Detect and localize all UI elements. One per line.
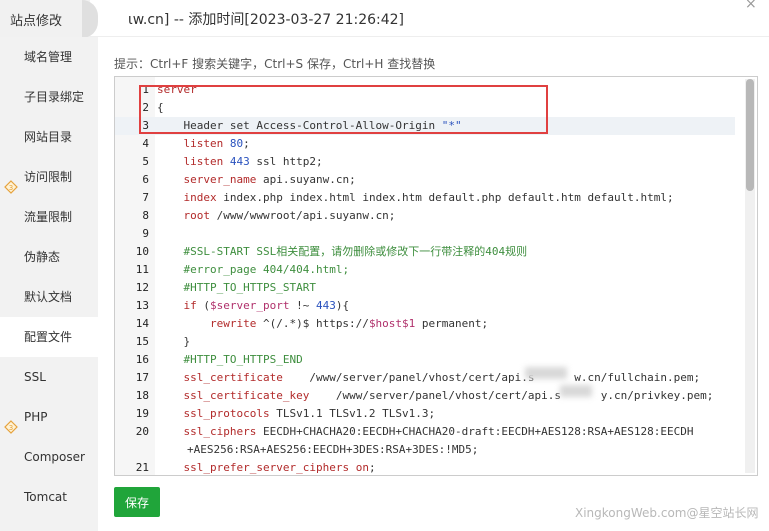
- line-number: 18: [135, 389, 149, 402]
- svg-text:3: 3: [9, 184, 13, 192]
- redacted-mark: [525, 367, 567, 379]
- line-number: 5: [142, 155, 149, 168]
- sidebar-item-label: SSL: [24, 370, 46, 384]
- sidebar-item[interactable]: 配置文件: [0, 317, 98, 357]
- sidebar-item-label: 流量限制: [24, 210, 73, 224]
- code-line[interactable]: 9: [115, 225, 735, 243]
- sidebar-item[interactable]: 伪静态: [0, 237, 98, 277]
- code-text[interactable]: #HTTP_TO_HTTPS_END: [157, 351, 303, 369]
- code-line[interactable]: 21 ssl_prefer_server_ciphers on;: [115, 459, 735, 475]
- code-line[interactable]: 18 ssl_certificate_key /www/server/panel…: [115, 387, 735, 405]
- sidebar-item-label: 子目录绑定: [24, 90, 85, 104]
- code-line[interactable]: 5 listen 443 ssl http2;: [115, 153, 735, 171]
- code-line[interactable]: 4 listen 80;: [115, 135, 735, 153]
- sidebar-item-label: 伪静态: [24, 250, 61, 264]
- line-number: 12: [135, 281, 149, 294]
- close-icon[interactable]: ×: [745, 0, 763, 14]
- code-text[interactable]: ssl_protocols TLSv1.1 TLSv1.2 TLSv1.3;: [157, 405, 436, 423]
- code-lines[interactable]: 1 server 2{3 Header set Access-Control-All…: [115, 81, 735, 475]
- code-editor[interactable]: 1 server 2{3 Header set Access-Control-All…: [114, 76, 758, 476]
- sidebar-item[interactable]: 子目录绑定: [0, 77, 98, 117]
- vip-badge-icon: 3: [4, 170, 18, 194]
- line-number: 20: [135, 425, 149, 438]
- sidebar-item-label: 访问限制: [24, 170, 73, 184]
- code-text[interactable]: ssl_certificate /www/server/panel/vhost/…: [157, 369, 701, 387]
- sidebar-item-label: 域名管理: [24, 50, 73, 64]
- dialog-title: ιw.cn] -- 添加时间[2023-03-27 21:26:42]: [128, 12, 405, 28]
- line-number: 7: [142, 191, 149, 204]
- code-text[interactable]: root /www/wwwroot/api.suyanw.cn;: [157, 207, 396, 225]
- editor-scrollbar[interactable]: [745, 79, 755, 473]
- code-line[interactable]: 6 server_name api.suyanw.cn;: [115, 171, 735, 189]
- highlight-box: [139, 85, 548, 134]
- code-line[interactable]: 19 ssl_protocols TLSv1.1 TLSv1.2 TLSv1.3…: [115, 405, 735, 423]
- code-text[interactable]: rewrite ^(/.*)$ https://$host$1 permanen…: [157, 315, 488, 333]
- redacted-mark: [560, 385, 592, 397]
- code-text[interactable]: #SSL-START SSL相关配置，请勿删除或修改下一行带注释的404规则: [157, 243, 528, 261]
- scrollbar-thumb[interactable]: [746, 79, 754, 191]
- code-line[interactable]: 20 ssl_ciphers EECDH+CHACHA20:EECDH+CHAC…: [115, 423, 735, 459]
- code-text[interactable]: index index.php index.html index.htm def…: [157, 189, 674, 207]
- sidebar-item-label: 配置文件: [24, 330, 73, 344]
- sidebar-item[interactable]: 默认文档: [0, 277, 98, 317]
- code-line[interactable]: 15 }: [115, 333, 735, 351]
- code-line[interactable]: 16 #HTTP_TO_HTTPS_END: [115, 351, 735, 369]
- sidebar-item[interactable]: 网站目录: [0, 117, 98, 157]
- code-line[interactable]: 11 #error_page 404/404.html;: [115, 261, 735, 279]
- code-text[interactable]: listen 80;: [157, 135, 250, 153]
- sidebar-item[interactable]: Composer: [0, 437, 98, 477]
- code-text[interactable]: server_name api.suyanw.cn;: [157, 171, 356, 189]
- code-text[interactable]: ssl_prefer_server_ciphers on;: [157, 459, 376, 475]
- sidebar-item[interactable]: SSL: [0, 357, 98, 397]
- code-line[interactable]: 8 root /www/wwwroot/api.suyanw.cn;: [115, 207, 735, 225]
- code-text[interactable]: #HTTP_TO_HTTPS_START: [157, 279, 316, 297]
- code-text[interactable]: ssl_certificate_key /www/server/panel/vh…: [157, 387, 714, 405]
- sidebar-item-label: 网站目录: [24, 130, 73, 144]
- line-number: 14: [135, 317, 149, 330]
- line-number: 10: [135, 245, 149, 258]
- sidebar-item-label: PHP: [24, 410, 48, 424]
- line-number: 8: [142, 209, 149, 222]
- line-number: 9: [142, 227, 149, 240]
- line-number: 17: [135, 371, 149, 384]
- code-text[interactable]: listen 443 ssl http2;: [157, 153, 323, 171]
- svg-text:3: 3: [9, 424, 13, 432]
- watermark: XingkongWeb.com@星空站长网: [575, 506, 759, 520]
- line-number: 11: [135, 263, 149, 276]
- line-number: 16: [135, 353, 149, 366]
- code-text[interactable]: }: [157, 333, 190, 351]
- sidebar-item[interactable]: 域名管理: [0, 37, 98, 77]
- sidebar-item[interactable]: 3 PHP: [0, 397, 98, 437]
- sidebar-item-label: Composer: [24, 450, 85, 464]
- dialog-header: 站点修改 ιw.cn] -- 添加时间[2023-03-27 21:26:42]…: [0, 0, 769, 38]
- code-line[interactable]: 12 #HTTP_TO_HTTPS_START: [115, 279, 735, 297]
- sidebar-item-label: 默认文档: [24, 290, 73, 304]
- code-text[interactable]: ssl_ciphers EECDH+CHACHA20:EECDH+CHACHA2…: [157, 423, 694, 459]
- line-number: 4: [142, 137, 149, 150]
- sidebar-item[interactable]: Tomcat: [0, 477, 98, 517]
- code-text[interactable]: if ($server_port !~ 443){: [157, 297, 350, 315]
- sidebar-item[interactable]: 3 访问限制: [0, 157, 98, 197]
- code-line[interactable]: 14 rewrite ^(/.*)$ https://$host$1 perma…: [115, 315, 735, 333]
- vip-badge-icon: 3: [4, 410, 18, 434]
- code-line[interactable]: 17 ssl_certificate /www/server/panel/vho…: [115, 369, 735, 387]
- code-line[interactable]: 7 index index.php index.html index.htm d…: [115, 189, 735, 207]
- editor-hint: 提示：Ctrl+F 搜索关键字，Ctrl+S 保存，Ctrl+H 查找替换: [114, 57, 436, 71]
- save-button[interactable]: 保存: [114, 487, 160, 517]
- panel-title: 站点修改: [0, 0, 98, 38]
- line-number: 21: [135, 461, 149, 474]
- line-number: 19: [135, 407, 149, 420]
- code-text[interactable]: #error_page 404/404.html;: [157, 261, 350, 279]
- line-number: 15: [135, 335, 149, 348]
- sidebar: 域名管理子目录绑定网站目录 3 访问限制流量限制伪静态默认文档配置文件 SSL 3 PHP…: [0, 37, 98, 531]
- code-line[interactable]: 10 #SSL-START SSL相关配置，请勿删除或修改下一行带注释的404规…: [115, 243, 735, 261]
- code-line[interactable]: 13 if ($server_port !~ 443){: [115, 297, 735, 315]
- sidebar-item-label: Tomcat: [24, 490, 67, 504]
- line-number: 13: [135, 299, 149, 312]
- sidebar-item[interactable]: 流量限制: [0, 197, 98, 237]
- line-number: 6: [142, 173, 149, 186]
